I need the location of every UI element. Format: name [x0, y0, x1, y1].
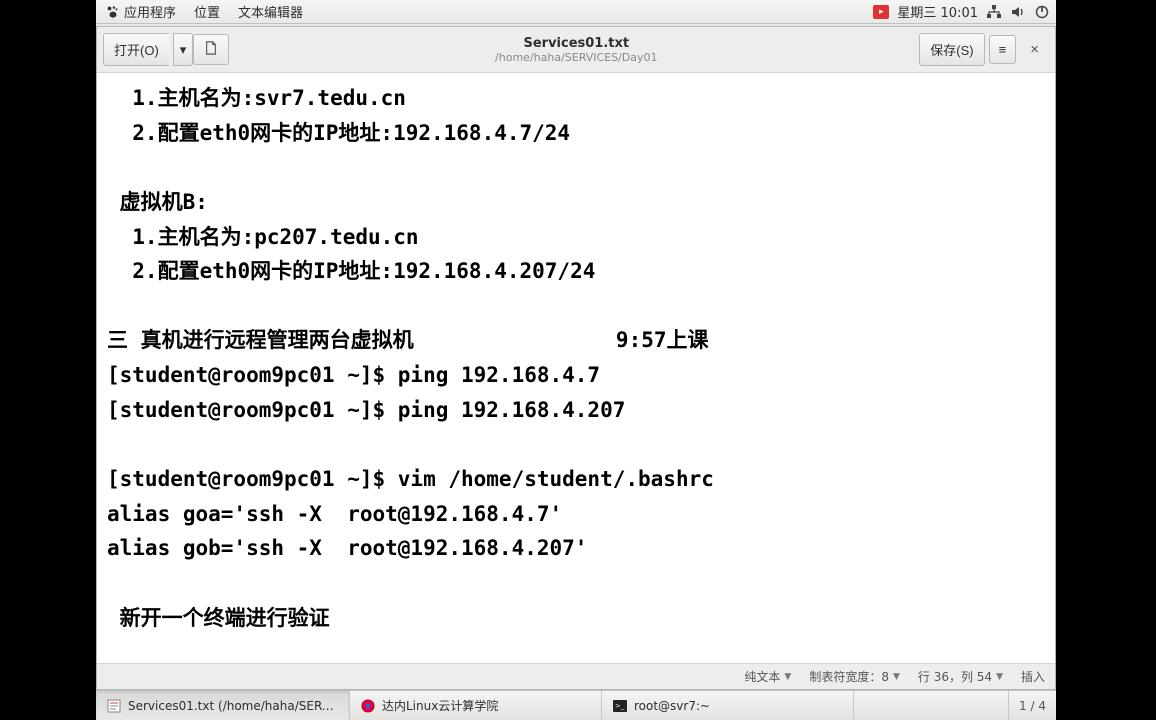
desktop: 应用程序 位置 文本编辑器 ▸ 星期三 10:01 [96, 0, 1056, 720]
title-area: Services01.txt /home/haha/SERVICES/Day01 [233, 36, 919, 64]
applications-menu[interactable]: 应用程序 [102, 2, 180, 21]
status-bar: 纯文本 ▼ 制表符宽度：8 ▼ 行 36，列 54 ▼ 插入 [97, 663, 1055, 689]
toolbar-right: 保存(S) ≡ × [919, 33, 1049, 66]
taskbar: Services01.txt (/home/haha/SERVIC… 达内Lin… [96, 690, 1056, 720]
open-dropdown-button[interactable]: ▾ [173, 33, 194, 66]
chevron-down-icon: ▾ [180, 42, 187, 58]
hamburger-icon: ≡ [999, 42, 1007, 57]
text-editor-icon [106, 698, 122, 714]
text-editor-menu[interactable]: 文本编辑器 [234, 2, 307, 21]
close-button[interactable]: × [1020, 35, 1049, 64]
syntax-label: 纯文本 [744, 668, 780, 685]
taskbar-item-label: root@svr7:~ [634, 699, 710, 713]
save-button[interactable]: 保存(S) [919, 33, 984, 66]
taskbar-item-label: 达内Linux云计算学院 [382, 697, 498, 714]
open-label: 打开(O) [114, 40, 159, 59]
volume-icon[interactable] [1010, 4, 1026, 20]
power-icon[interactable] [1034, 4, 1050, 20]
chevron-down-icon: ▼ [784, 672, 791, 682]
chevron-down-icon: ▼ [893, 672, 900, 682]
places-label: 位置 [194, 6, 220, 21]
applications-label: 应用程序 [124, 2, 176, 21]
tab-width-selector[interactable]: 制表符宽度：8 ▼ [809, 668, 900, 685]
globe-icon [360, 698, 376, 714]
places-menu[interactable]: 位置 [190, 2, 224, 21]
taskbar-item-browser[interactable]: 达内Linux云计算学院 [350, 691, 602, 720]
terminal-icon: >_ [612, 698, 628, 714]
insert-mode-label: 插入 [1021, 668, 1045, 685]
close-icon: × [1030, 41, 1039, 58]
svg-text:>_: >_ [615, 702, 625, 710]
editor-window: 打开(O) ▾ Services01.txt /home/haha/SERVIC… [96, 26, 1056, 690]
save-label: 保存(S) [930, 40, 973, 59]
new-document-button[interactable] [193, 34, 229, 65]
tab-width-label: 制表符宽度：8 [809, 668, 889, 685]
menu-button[interactable]: ≡ [989, 35, 1017, 64]
notification-icon[interactable]: ▸ [873, 4, 889, 20]
text-editor-label: 文本编辑器 [238, 6, 303, 21]
workspace-pager[interactable]: 1 / 4 [1008, 691, 1056, 720]
document-icon [204, 41, 218, 58]
clock[interactable]: 星期三 10:01 [897, 2, 978, 21]
syntax-selector[interactable]: 纯文本 ▼ [744, 668, 791, 685]
taskbar-item-terminal[interactable]: >_ root@svr7:~ [602, 691, 854, 720]
taskbar-item-editor[interactable]: Services01.txt (/home/haha/SERVIC… [96, 691, 350, 720]
network-icon[interactable] [986, 4, 1002, 20]
open-button-group: 打开(O) ▾ [103, 33, 193, 66]
panel-right: ▸ 星期三 10:01 [873, 2, 1050, 21]
pager-label: 1 / 4 [1019, 699, 1046, 713]
chevron-down-icon: ▼ [996, 672, 1003, 682]
document-title: Services01.txt [233, 36, 919, 51]
cursor-position-label: 行 36，列 54 [918, 668, 992, 685]
open-button[interactable]: 打开(O) [103, 33, 169, 66]
insert-mode[interactable]: 插入 [1021, 668, 1045, 685]
panel-left: 应用程序 位置 文本编辑器 [102, 2, 307, 21]
gnome-foot-icon [106, 5, 120, 19]
editor-content[interactable]: 1.主机名为:svr7.tedu.cn 2.配置eth0网卡的IP地址:192.… [97, 73, 1055, 663]
editor-toolbar: 打开(O) ▾ Services01.txt /home/haha/SERVIC… [97, 27, 1055, 73]
cursor-position-selector[interactable]: 行 36，列 54 ▼ [918, 668, 1003, 685]
document-path: /home/haha/SERVICES/Day01 [233, 51, 919, 64]
taskbar-item-label: Services01.txt (/home/haha/SERVIC… [128, 699, 339, 713]
top-panel: 应用程序 位置 文本编辑器 ▸ 星期三 10:01 [96, 0, 1056, 24]
